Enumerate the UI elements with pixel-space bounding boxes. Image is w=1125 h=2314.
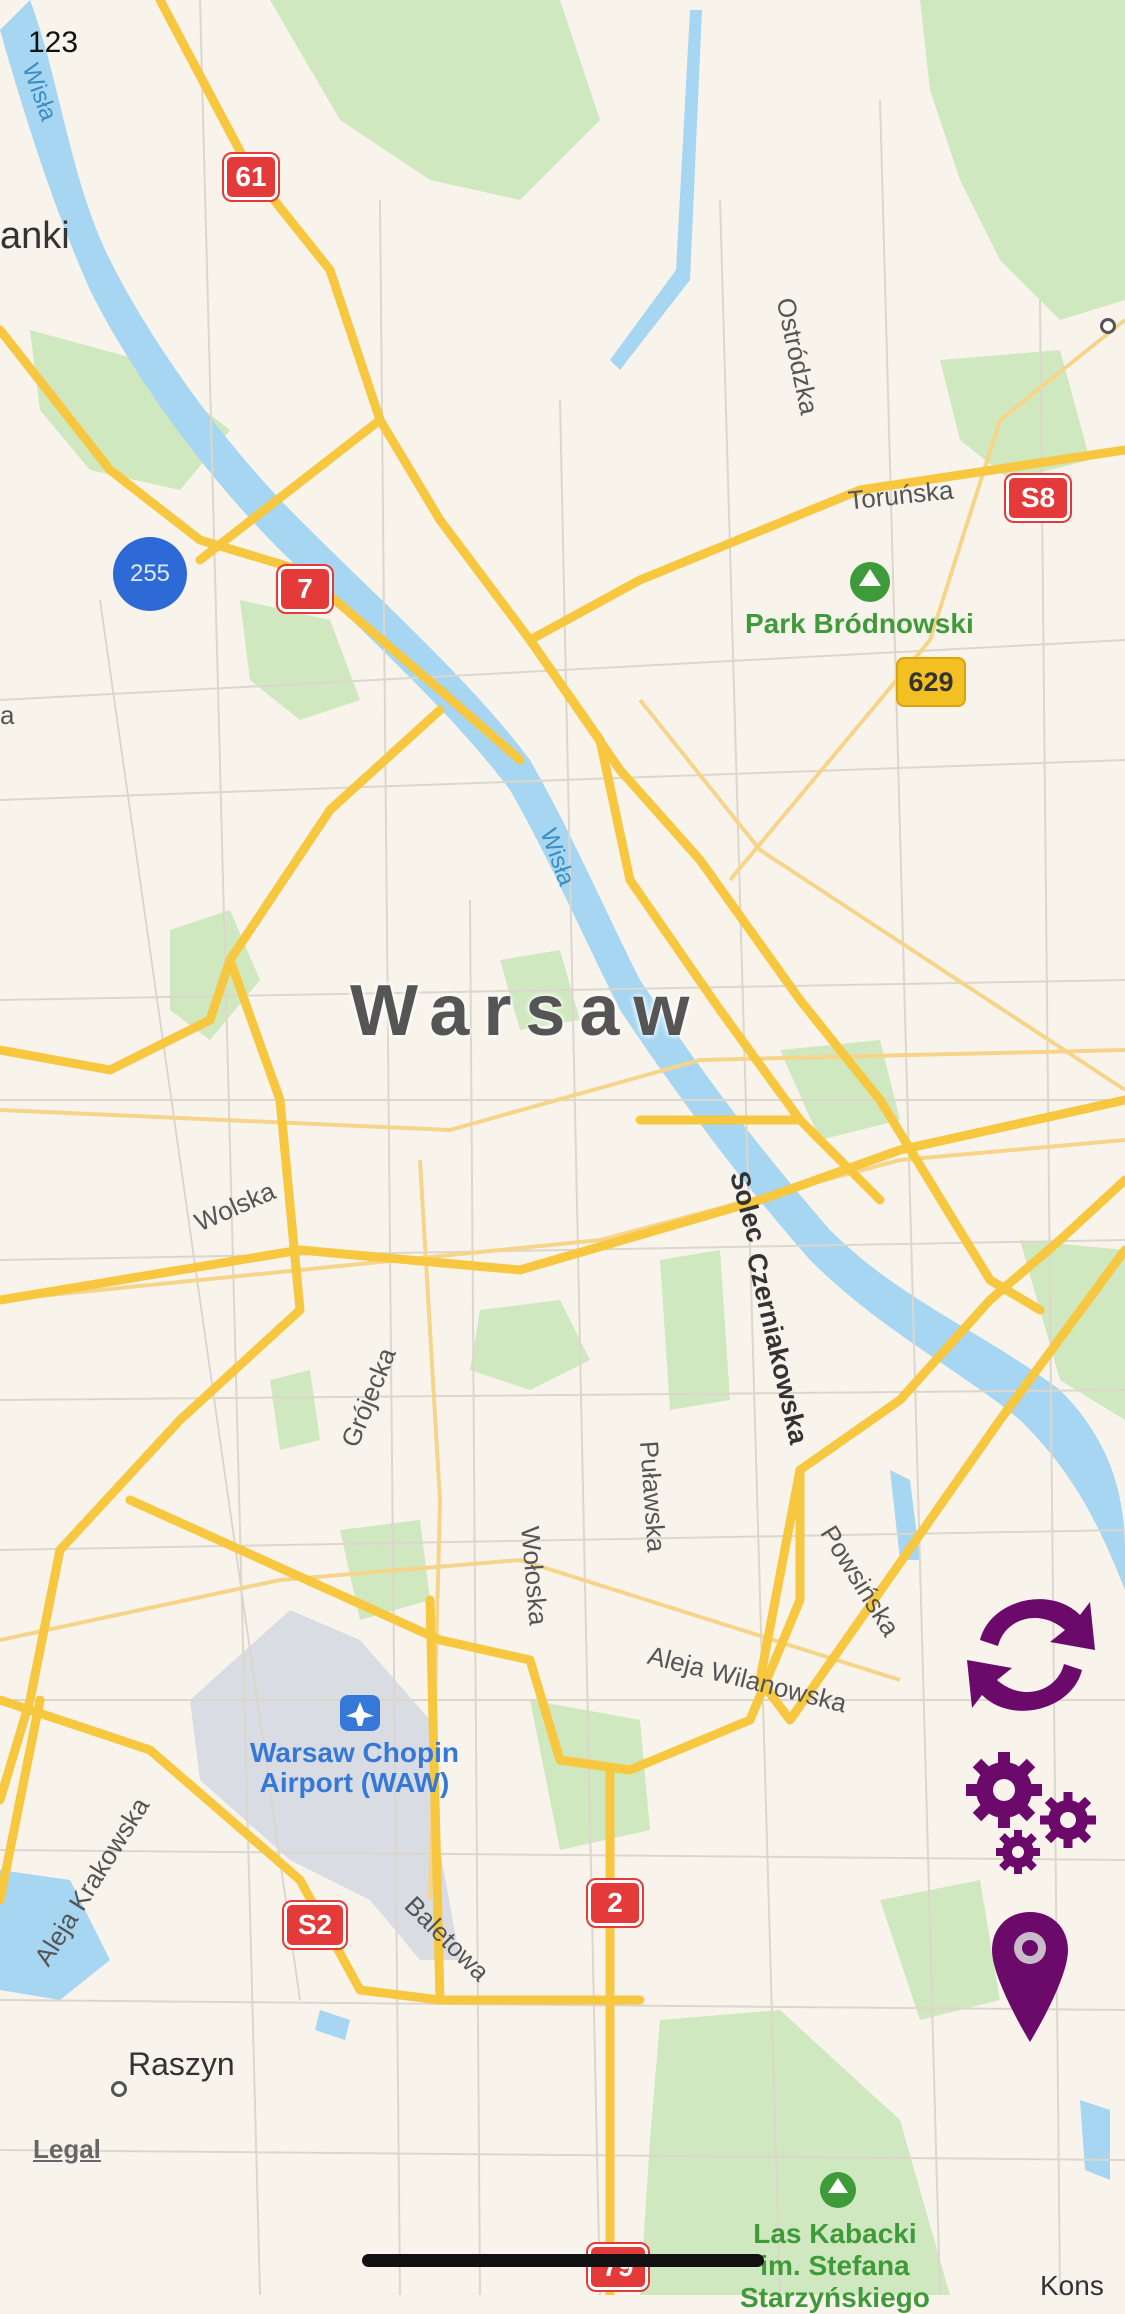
settings-button[interactable] (962, 1748, 1102, 1878)
route-shield-7: 7 (276, 564, 334, 614)
airport-label-line1: Warsaw Chopin (250, 1737, 459, 1768)
home-indicator[interactable] (362, 2254, 764, 2267)
legal-link[interactable]: Legal (33, 2134, 101, 2165)
route-shield-s8: S8 (1004, 473, 1072, 523)
route-shield-2: 2 (586, 1878, 644, 1928)
place-label-bottom-right: Kons (1040, 2270, 1104, 2301)
location-button[interactable] (990, 1910, 1070, 2045)
park-label-kabacki-line2: im. Stefana (760, 2250, 910, 2281)
park-icon-brodnowski (850, 562, 890, 602)
airport-icon (340, 1695, 380, 1731)
refresh-icon (967, 1599, 1095, 1711)
route-shield-61: 61 (222, 152, 280, 202)
gears-icon (966, 1752, 1096, 1874)
city-label-warsaw: Warsaw (350, 971, 704, 1051)
park-icon-kabacki (820, 2172, 856, 2208)
map-canvas[interactable] (0, 0, 1125, 2295)
park-label-kabacki-line1: Las Kabacki (753, 2218, 917, 2249)
airport-label: Warsaw Chopin Airport (WAW) (250, 1738, 459, 1798)
place-label-raszyn: Raszyn (128, 2046, 235, 2082)
route-shield-79: 79 (586, 2242, 650, 2292)
map-pin-icon (992, 1912, 1068, 2042)
place-label-lomianki: anki (0, 215, 70, 257)
place-dot-raszyn (111, 2081, 127, 2097)
park-label-brodnowski: Park Bródnowski (745, 608, 974, 639)
airport-label-line2: Airport (WAW) (259, 1767, 450, 1798)
refresh-button[interactable] (960, 1580, 1102, 1730)
route-shield-s2: S2 (282, 1900, 348, 1950)
place-label-left-edge: a (0, 700, 15, 730)
park-areas (30, 0, 1125, 2295)
place-dot-north-east (1100, 318, 1116, 334)
cluster-marker[interactable]: 255 (113, 537, 187, 611)
park-label-kabacki-line3: Starzyńskiego (740, 2282, 930, 2313)
park-label-kabacki: Las Kabacki im. Stefana Starzyńskiego (740, 2218, 930, 2314)
status-bar-label: 123 (28, 26, 79, 59)
route-shield-629: 629 (896, 657, 966, 707)
